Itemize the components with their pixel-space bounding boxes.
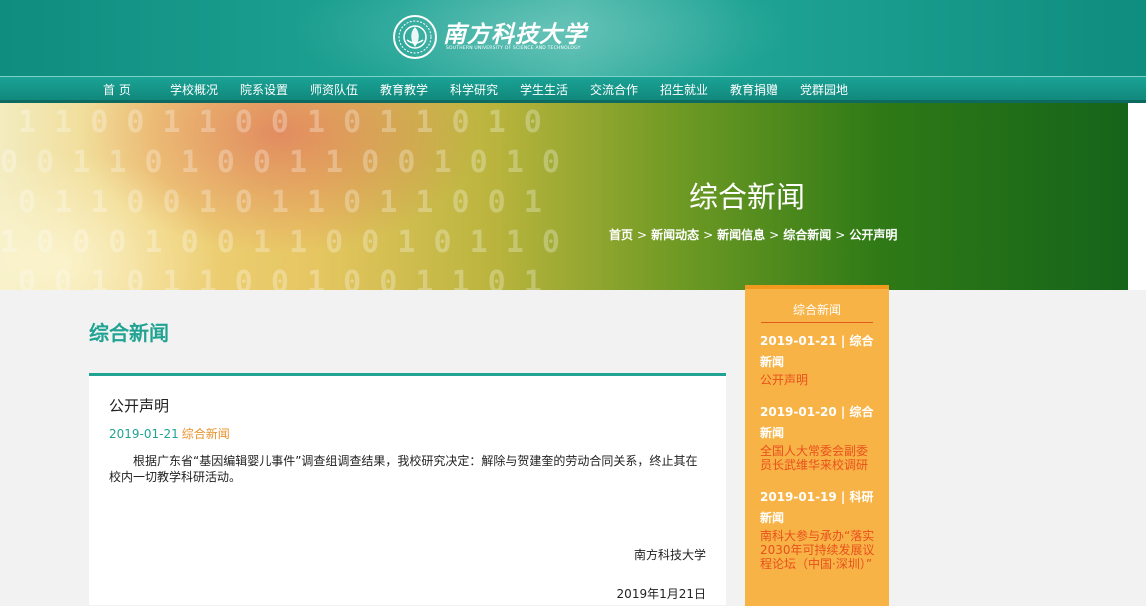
breadcrumb-separator: >	[835, 228, 846, 242]
nav-item-student-life[interactable]: 学生生活	[520, 82, 568, 98]
sidebar-item-meta: 2019-01-20 | 综合新闻	[760, 405, 874, 440]
site-header: 南方科技大学 SOUTHERN UNIVERSITY OF SCIENCE AN…	[0, 0, 1146, 76]
article-title: 公开声明	[109, 397, 170, 415]
binary-pattern-decoration: 1 1 0 0 1 1 0 0 1 0 1 1 0 1 0 1 1 0 0 0 …	[0, 105, 560, 290]
nav-item-about[interactable]: 学校概况	[170, 82, 218, 98]
page-title: 综合新闻	[89, 321, 169, 345]
logo-english-name: SOUTHERN UNIVERSITY OF SCIENCE AND TECHN…	[446, 46, 581, 51]
breadcrumb: 首页 > 新闻动态 > 新闻信息 > 综合新闻 > 公开声明	[609, 227, 899, 243]
sidebar-item-link[interactable]: 南科大参与承办“落实2030年可持续发展议程论坛（中国·深圳）”	[760, 529, 878, 571]
nav-item-education[interactable]: 教育教学	[380, 82, 428, 98]
breadcrumb-news[interactable]: 新闻动态	[651, 228, 699, 242]
page-banner: 1 1 0 0 1 1 0 0 1 0 1 1 0 1 0 1 1 0 0 0 …	[0, 103, 1128, 290]
nav-item-faculty[interactable]: 师资队伍	[310, 82, 358, 98]
nav-item-research[interactable]: 科学研究	[450, 82, 498, 98]
university-emblem-icon[interactable]	[392, 14, 438, 60]
sidebar-heading: 综合新闻	[761, 300, 873, 323]
sidebar-item-meta: 2019-01-19 | 科研新闻	[760, 490, 874, 525]
banner-edge	[1128, 103, 1146, 290]
nav-item-party[interactable]: 党群园地	[800, 82, 848, 98]
sidebar-item-meta: 2019-01-21 | 综合新闻	[760, 334, 874, 369]
article-date: 2019-01-21	[109, 427, 179, 441]
nav-item-departments[interactable]: 院系设置	[240, 82, 288, 98]
article-card: 公开声明 2019-01-21 综合新闻 根据广东省“基因编辑婴儿事件”调查组调查…	[89, 373, 726, 605]
nav-item-exchange[interactable]: 交流合作	[590, 82, 638, 98]
breadcrumb-home[interactable]: 首页	[609, 228, 633, 242]
article-sign-date: 2019年1月21日	[616, 587, 706, 601]
breadcrumb-separator: >	[769, 228, 780, 242]
breadcrumb-general-news[interactable]: 综合新闻	[783, 228, 831, 242]
breadcrumb-separator: >	[637, 228, 648, 242]
nav-item-donation[interactable]: 教育捐赠	[730, 82, 778, 98]
nav-item-admissions[interactable]: 招生就业	[660, 82, 708, 98]
sidebar-item-link[interactable]: 公开声明	[760, 373, 878, 387]
breadcrumb-news-info[interactable]: 新闻信息	[717, 228, 765, 242]
article-body: 根据广东省“基因编辑婴儿事件”调查组调查结果，我校研究决定：解除与贺建奎的劳动合…	[109, 454, 698, 484]
logo-chinese-name[interactable]: 南方科技大学	[443, 15, 586, 49]
breadcrumb-separator: >	[703, 228, 714, 242]
sidebar-news-item[interactable]: 2019-01-21 | 综合新闻 公开声明	[760, 331, 878, 387]
main-nav: 首 页 学校概况 院系设置 师资队伍 教育教学 科学研究 学生生活 交流合作 招…	[0, 76, 1146, 101]
sidebar-news-item[interactable]: 2019-01-19 | 科研新闻 南科大参与承办“落实2030年可持续发展议程…	[760, 487, 878, 571]
breadcrumb-current[interactable]: 公开声明	[849, 228, 897, 242]
banner-title: 综合新闻	[689, 180, 806, 214]
related-news-sidebar: 综合新闻 2019-01-21 | 综合新闻 公开声明 2019-01-20 |…	[745, 285, 889, 606]
article-category[interactable]: 综合新闻	[182, 427, 230, 441]
article-meta: 2019-01-21 综合新闻	[109, 426, 409, 442]
article-signature: 南方科技大学	[633, 548, 706, 562]
sidebar-news-item[interactable]: 2019-01-20 | 综合新闻 全国人大常委会副委员长武维华来校调研	[760, 402, 878, 472]
nav-item-home[interactable]: 首 页	[103, 82, 131, 98]
sidebar-item-link[interactable]: 全国人大常委会副委员长武维华来校调研	[760, 444, 878, 472]
